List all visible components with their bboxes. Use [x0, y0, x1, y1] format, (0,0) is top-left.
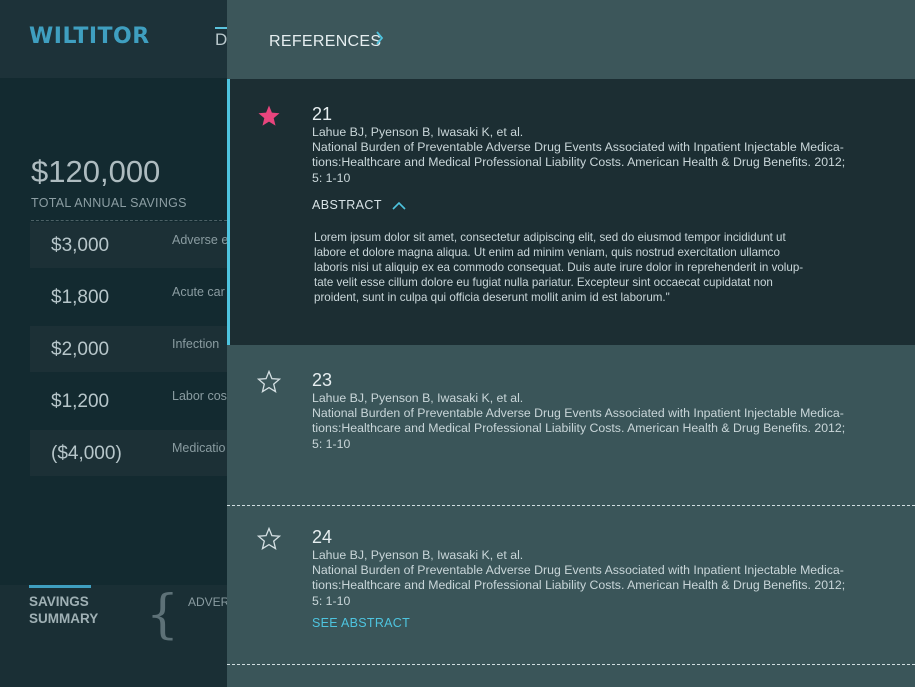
active-indicator [227, 79, 230, 345]
adverse-tab[interactable]: ADVER [188, 595, 229, 609]
abstract-line: proident, sunt in culpa qui officia dese… [314, 291, 670, 304]
abstract-line: Lorem ipsum dolor sit amet, consectetur … [314, 231, 786, 244]
savings-description: Labor cos [172, 389, 227, 403]
reference-line: National Burden of Preventable Adverse D… [312, 406, 844, 421]
abstract-line: tate velit esse cillum dolore eu fugiat … [314, 276, 773, 289]
abstract-label: ABSTRACT [312, 198, 382, 212]
reference-item[interactable]: 24 Lahue BJ, Pyenson B, Iwasaki K, et al… [227, 502, 915, 662]
abstract-line: laboris nisi ut aliquip ex ea commodo co… [314, 261, 804, 274]
savings-description: Adverse e [172, 233, 229, 247]
reference-authors: Lahue BJ, Pyenson B, Iwasaki K, et al. [312, 125, 524, 139]
savings-value: $1,200 [51, 391, 110, 412]
reference-item[interactable]: 21 Lahue BJ, Pyenson B, Iwasaki K, et al… [227, 79, 915, 345]
chevron-up-icon [392, 201, 406, 210]
app-logo[interactable]: WILTITOR [29, 24, 150, 49]
summary-tab-indicator [29, 585, 91, 588]
reference-number: 24 [312, 527, 333, 547]
total-savings-amount: $120,000 [31, 154, 161, 189]
reference-number: 23 [312, 370, 333, 390]
savings-summary-tab[interactable]: SAVINGS SUMMARY [29, 593, 119, 627]
header-tab-indicator [215, 27, 227, 29]
reference-line: 5: 1-10 [312, 170, 351, 185]
savings-value: $3,000 [51, 235, 110, 256]
references-panel: REFERENCES 21 Lahue BJ, Pyenson B, Iwasa… [227, 0, 915, 687]
reference-number: 21 [312, 104, 333, 124]
savings-description: Infection [172, 337, 220, 351]
savings-row[interactable]: $3,000 Adverse e [30, 222, 229, 268]
total-savings-label: TOTAL ANNUAL SAVINGS [31, 196, 187, 210]
panel-title[interactable]: REFERENCES [269, 33, 381, 51]
savings-row[interactable]: $1,200 Labor cos [30, 378, 227, 424]
reference-line: tions:Healthcare and Medical Professiona… [312, 578, 846, 593]
star-outline-icon[interactable] [257, 527, 281, 551]
brace-icon: { [146, 585, 180, 645]
star-filled-icon[interactable] [257, 104, 281, 128]
savings-description: Acute car [172, 285, 225, 299]
header-tab[interactable]: D [215, 30, 227, 50]
abstract-text: Lorem ipsum dolor sit amet, consectetur … [314, 230, 834, 305]
savings-value: ($4,000) [51, 443, 122, 464]
reference-line: 5: 1-10 [312, 593, 351, 608]
reference-authors: Lahue BJ, Pyenson B, Iwasaki K, et al. [312, 391, 524, 405]
chevron-right-icon[interactable] [375, 31, 384, 45]
savings-row[interactable]: ($4,000) Medicatio [30, 430, 227, 476]
reference-authors: Lahue BJ, Pyenson B, Iwasaki K, et al. [312, 548, 524, 562]
reference-citation: Lahue BJ, Pyenson B, Iwasaki K, et al. N… [312, 548, 872, 609]
abstract-toggle[interactable]: ABSTRACT [312, 198, 406, 212]
reference-line: National Burden of Preventable Adverse D… [312, 563, 844, 578]
reference-line: National Burden of Preventable Adverse D… [312, 140, 844, 155]
abstract-line: labore et dolore magna aliqua. Ut enim a… [314, 246, 780, 259]
savings-row[interactable]: $1,800 Acute car [30, 274, 227, 320]
savings-value: $2,000 [51, 339, 110, 360]
reference-line: 5: 1-10 [312, 436, 351, 451]
savings-list: $3,000 Adverse e $1,800 Acute car $2,000… [30, 222, 229, 482]
savings-row[interactable]: $2,000 Infection [30, 326, 227, 372]
divider [227, 664, 915, 665]
star-outline-icon[interactable] [257, 370, 281, 394]
reference-citation: Lahue BJ, Pyenson B, Iwasaki K, et al. N… [312, 391, 872, 452]
reference-line: tions:Healthcare and Medical Professiona… [312, 421, 846, 436]
reference-item[interactable]: 23 Lahue BJ, Pyenson B, Iwasaki K, et al… [227, 345, 915, 505]
savings-description: Medicatio [172, 441, 226, 455]
savings-value: $1,800 [51, 287, 110, 308]
reference-line: tions:Healthcare and Medical Professiona… [312, 155, 846, 170]
divider [31, 220, 227, 221]
see-abstract-link[interactable]: SEE ABSTRACT [312, 616, 410, 630]
reference-citation: Lahue BJ, Pyenson B, Iwasaki K, et al. N… [312, 125, 872, 186]
panel-header: REFERENCES [227, 0, 915, 79]
